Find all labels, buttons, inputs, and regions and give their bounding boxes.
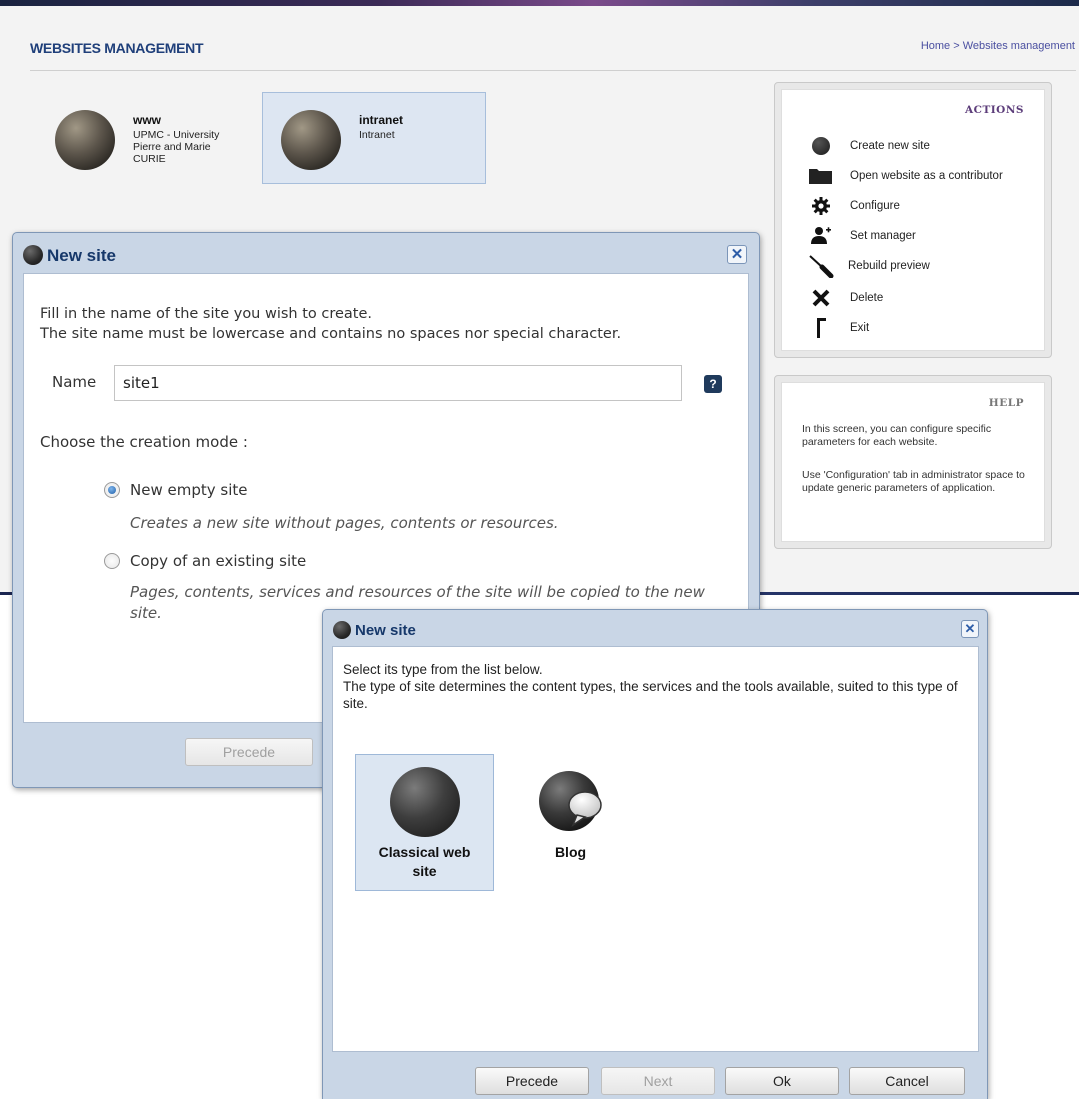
action-exit[interactable]: Exit [808, 316, 869, 340]
action-create-new-site[interactable]: Create new site [808, 134, 930, 158]
gear-icon [808, 195, 834, 217]
site-card-www[interactable]: www UPMC - University Pierre and Marie C… [28, 92, 262, 184]
precede-button[interactable]: Precede [185, 738, 313, 766]
dialog-instructions: Fill in the name of the site you wish to… [40, 306, 622, 342]
option-description: Creates a new site without pages, conten… [130, 514, 559, 532]
cancel-button[interactable]: Cancel [849, 1067, 965, 1095]
site-name-input[interactable] [114, 365, 682, 401]
screwdriver-icon [808, 255, 834, 278]
site-card-intranet[interactable]: intranet Intranet [262, 92, 486, 184]
site-description: UPMC - University Pierre and Marie CURIE [133, 129, 220, 165]
site-type-label: Blog [554, 844, 587, 860]
exit-icon [808, 317, 834, 339]
close-button[interactable]: ✕ [961, 620, 979, 638]
action-delete[interactable]: Delete [808, 286, 883, 310]
help-paragraph: In this screen, you can configure specif… [802, 423, 992, 448]
option-copy-existing-site[interactable]: Copy of an existing site [104, 552, 306, 570]
close-button[interactable]: ✕ [727, 245, 747, 264]
add-user-icon [808, 225, 834, 247]
dialog-title: New site [355, 622, 416, 639]
dialog-title: New site [47, 246, 116, 265]
action-label: Open website as a contributor [850, 170, 1003, 182]
help-paragraph: Use 'Configuration' tab in administrator… [802, 469, 1025, 494]
ok-button[interactable]: Ok [725, 1067, 839, 1095]
globe-icon [390, 767, 460, 837]
action-configure[interactable]: Configure [808, 194, 900, 218]
globe-icon [281, 110, 341, 170]
folder-icon [808, 165, 834, 187]
globe-icon [808, 135, 834, 157]
creation-mode-label: Choose the creation mode : [40, 433, 248, 451]
site-name: intranet [359, 113, 404, 127]
site-type-classical-web-site[interactable]: Classical web site [355, 754, 494, 891]
option-new-empty-site[interactable]: New empty site [104, 481, 247, 499]
title-divider [30, 70, 1076, 71]
site-type-blog[interactable]: Blog [508, 754, 633, 891]
site-name: www [133, 113, 162, 127]
page-title: WEBSITES MANAGEMENT [30, 40, 204, 56]
name-label: Name [52, 373, 97, 391]
actions-title: ACTIONS [964, 104, 1024, 116]
site-type-label: Classical web site [378, 844, 471, 879]
blog-icon [537, 767, 607, 837]
actions-panel: ACTIONS Create new site Open website as … [774, 82, 1052, 358]
action-label: Configure [850, 200, 900, 212]
help-panel: HELP In this screen, you can configure s… [774, 375, 1052, 549]
next-button[interactable]: Next [601, 1067, 715, 1095]
precede-button[interactable]: Precede [475, 1067, 589, 1095]
cross-icon [808, 287, 834, 309]
action-label: Delete [850, 292, 884, 304]
action-label: Rebuild preview [848, 260, 930, 272]
help-title: HELP [988, 397, 1024, 409]
help-button[interactable]: ? [704, 375, 722, 393]
action-rebuild-preview[interactable]: Rebuild preview [808, 254, 930, 278]
breadcrumb[interactable]: Home > Websites management [921, 40, 1075, 52]
action-label: Create new site [850, 140, 930, 152]
action-set-manager[interactable]: Set manager [808, 224, 916, 248]
action-label: Set manager [850, 230, 916, 242]
globe-icon [333, 621, 351, 639]
option-label: New empty site [130, 481, 248, 499]
action-label: Exit [850, 322, 870, 334]
globe-icon [23, 245, 43, 265]
radio-button-checked[interactable] [104, 482, 120, 498]
option-label: Copy of an existing site [130, 552, 307, 570]
dialog-body: Select its type from the list below. The… [332, 646, 979, 1052]
dialog-instructions: Select its type from the list below. The… [343, 662, 958, 711]
site-description: Intranet [359, 129, 395, 141]
globe-icon [55, 110, 115, 170]
action-open-as-contributor[interactable]: Open website as a contributor [808, 164, 1003, 188]
new-site-type-dialog: New site ✕ Select its type from the list… [322, 609, 988, 1099]
radio-button[interactable] [104, 553, 120, 569]
